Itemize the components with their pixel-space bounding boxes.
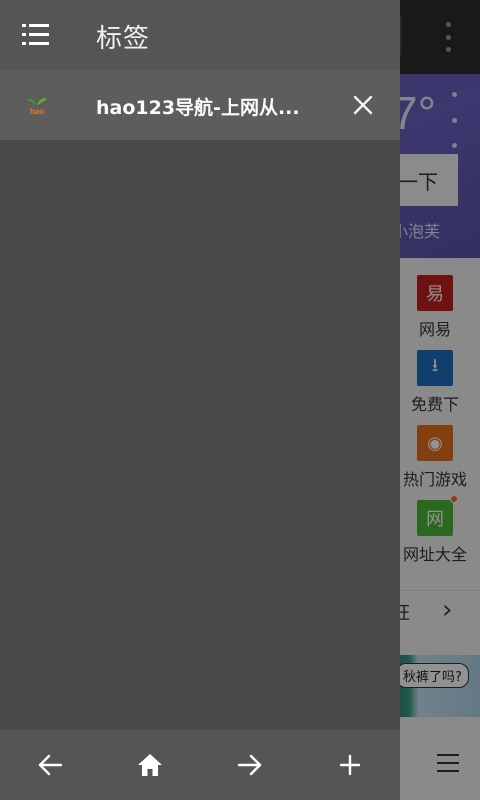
arrow-left-icon [38, 754, 63, 776]
plus-icon [339, 754, 361, 776]
tabs-drawer: 标签 hao hao123导航-上网从... [0, 0, 400, 800]
hao123-logo-icon: hao [27, 98, 47, 116]
list-icon[interactable] [22, 24, 50, 46]
new-tab-button[interactable] [300, 730, 400, 800]
drawer-header: 标签 [0, 0, 400, 70]
back-button[interactable] [0, 730, 100, 800]
drawer-title: 标签 [96, 24, 151, 54]
drawer-bottom-bar [0, 730, 400, 800]
home-button[interactable] [100, 730, 200, 800]
favicon-text: hao [30, 107, 44, 116]
close-icon[interactable] [348, 90, 378, 120]
tab-item[interactable]: hao hao123导航-上网从... [0, 70, 400, 140]
tab-title: hao123导航-上网从... [96, 97, 300, 119]
home-icon [138, 754, 162, 776]
arrow-right-icon [237, 754, 262, 776]
forward-button[interactable] [200, 730, 300, 800]
